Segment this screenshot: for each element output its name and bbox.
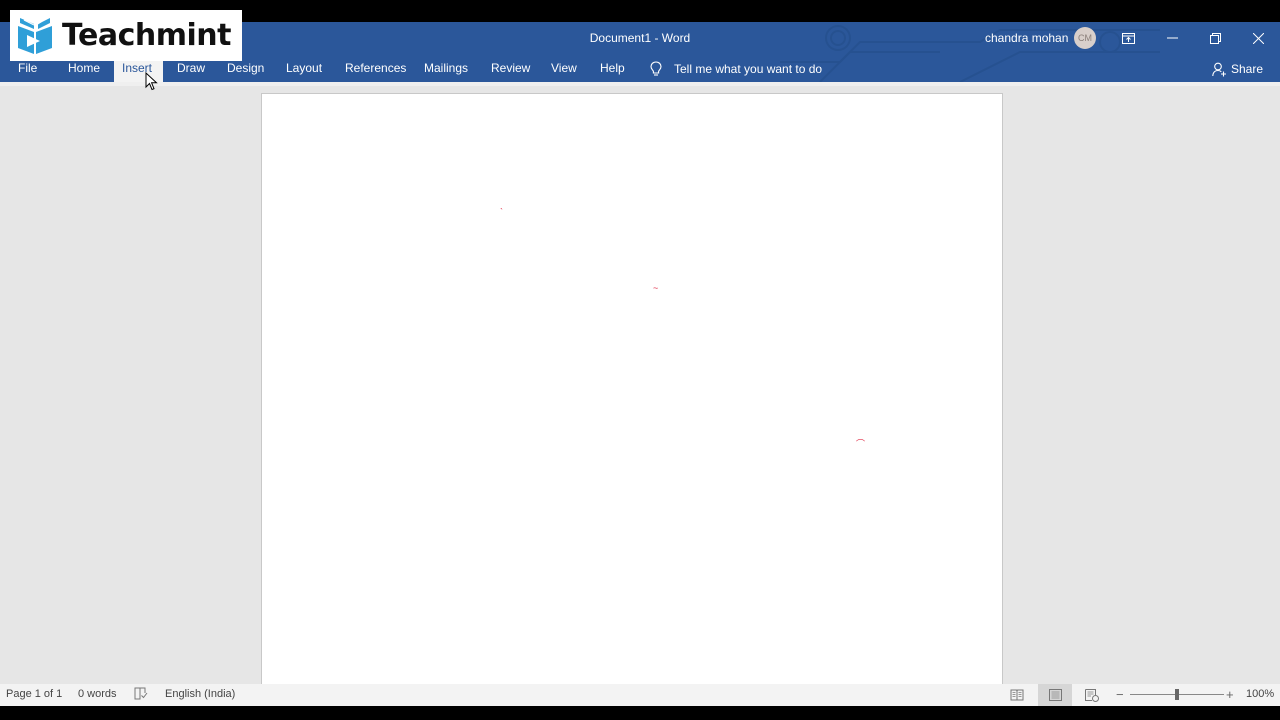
document-workspace: ` ~ ⌒ (0, 82, 1280, 693)
ribbon-display-options-button[interactable] (1110, 24, 1146, 52)
tab-layout[interactable]: Layout (278, 56, 330, 82)
ink-mark: ` (500, 207, 503, 217)
document-page[interactable]: ` ~ ⌒ (261, 93, 1003, 693)
print-layout-button[interactable] (1038, 684, 1072, 706)
minimize-icon (1166, 37, 1178, 39)
restore-icon (1209, 32, 1221, 44)
page-count[interactable]: Page 1 of 1 (6, 688, 62, 700)
read-mode-button[interactable] (1000, 684, 1034, 706)
user-name[interactable]: chandra mohan (985, 31, 1068, 45)
brand-name: Teachmint (62, 18, 231, 53)
tab-review[interactable]: Review (483, 56, 538, 82)
proofing-icon[interactable] (134, 687, 148, 703)
book-play-icon (18, 17, 52, 54)
ink-mark: ⌒ (856, 439, 866, 449)
teachmint-watermark: Teachmint (10, 10, 242, 61)
tab-help[interactable]: Help (592, 56, 633, 82)
zoom-out-button[interactable]: − (1116, 687, 1124, 702)
close-icon (1252, 32, 1264, 44)
ribbon-display-icon (1121, 32, 1135, 44)
tell-me-search[interactable]: Tell me what you want to do (650, 56, 822, 82)
collapsed-ribbon (0, 82, 1280, 86)
zoom-in-button[interactable]: + (1226, 687, 1234, 702)
tell-me-label: Tell me what you want to do (674, 62, 823, 76)
minimize-button[interactable] (1154, 24, 1190, 52)
share-person-icon (1212, 62, 1226, 76)
tab-view[interactable]: View (543, 56, 585, 82)
restore-button[interactable] (1197, 24, 1233, 52)
print-layout-icon (1048, 689, 1062, 701)
tab-mailings[interactable]: Mailings (416, 56, 476, 82)
zoom-level[interactable]: 100% (1246, 688, 1274, 700)
zoom-slider-thumb[interactable] (1175, 689, 1179, 700)
web-layout-icon (1085, 688, 1099, 702)
lightbulb-icon (650, 61, 662, 77)
screen-bottom-border (0, 706, 1280, 720)
mouse-cursor-icon (145, 72, 158, 91)
ink-mark: ~ (653, 283, 659, 293)
share-label: Share (1231, 62, 1264, 76)
share-button[interactable]: Share (1212, 56, 1263, 82)
close-button[interactable] (1240, 24, 1276, 52)
word-count[interactable]: 0 words (78, 688, 117, 700)
tab-references[interactable]: References (337, 56, 414, 82)
language-indicator[interactable]: English (India) (165, 688, 235, 700)
avatar[interactable]: CM (1074, 27, 1096, 49)
status-bar: Page 1 of 1 0 words English (India) − + … (0, 684, 1280, 706)
read-mode-icon (1010, 689, 1024, 701)
web-layout-button[interactable] (1075, 684, 1109, 706)
